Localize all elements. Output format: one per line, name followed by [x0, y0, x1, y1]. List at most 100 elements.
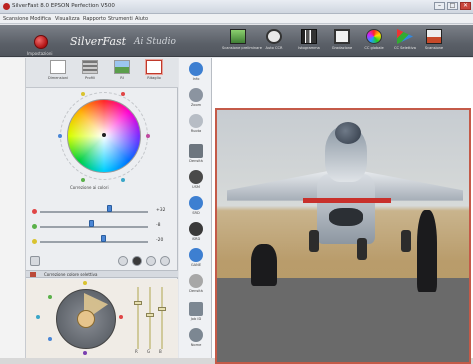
help-icon[interactable]: [160, 256, 170, 266]
vslider-blue[interactable]: B: [158, 287, 166, 354]
title-bar: SilverFast 8.0 EPSON Perfection V500 – □…: [0, 0, 473, 14]
vslider-green[interactable]: G: [146, 287, 154, 354]
minimize-button[interactable]: –: [434, 2, 445, 10]
wheel-actions-row: [26, 254, 178, 268]
vslider-thumb[interactable]: [146, 313, 154, 317]
jet-intake: [329, 208, 363, 226]
brand-edition: Ai Studio: [134, 37, 176, 47]
menu-bar: Scansione Modifica Visualizza Rapporto S…: [0, 14, 473, 24]
slider-thumb[interactable]: [101, 235, 106, 242]
jobid-tool[interactable]: Job ID: [184, 302, 208, 324]
prescan-label: Scansione preliminare: [222, 46, 262, 50]
name-tool[interactable]: Nome: [184, 328, 208, 350]
densitometer-icon: [189, 144, 203, 158]
srd-tool[interactable]: SRD: [184, 196, 208, 218]
slider-track: [40, 211, 148, 213]
wheel-center-handle[interactable]: [102, 133, 106, 137]
isrd-tool[interactable]: iSRD: [184, 222, 208, 244]
settings-panel: Dimensioni Profili RI Ritaglio Correzion…: [26, 58, 178, 358]
red-marker-icon: [32, 209, 37, 214]
window-title: SilverFast 8.0 EPSON Perfection V500: [12, 3, 115, 9]
wheel-green-marker[interactable]: [81, 178, 85, 182]
jet-stripe: [303, 198, 391, 203]
tab-label: RI: [120, 76, 124, 80]
exposure-icon: [189, 274, 203, 288]
wheel-cyan-marker[interactable]: [121, 178, 125, 182]
rotate-tool[interactable]: Ruota: [184, 114, 208, 136]
preview-image[interactable]: [215, 108, 471, 364]
green-marker-icon: [32, 224, 37, 229]
options-icon[interactable]: [146, 256, 156, 266]
wheel-yellow-marker[interactable]: [81, 92, 85, 96]
scan-button[interactable]: Scansione: [418, 29, 450, 55]
wheel-magenta-marker[interactable]: [146, 134, 150, 138]
menu-scansione[interactable]: Scansione: [3, 16, 28, 22]
dial-blue-marker[interactable]: [48, 337, 52, 341]
tool-label: Densità: [189, 289, 203, 293]
dial-yellow-marker[interactable]: [83, 281, 87, 285]
menu-rapporto[interactable]: Rapporto: [83, 16, 106, 22]
slider-thumb[interactable]: [89, 220, 94, 227]
zoom-tool[interactable]: Zoom: [184, 88, 208, 110]
dial-magenta-marker[interactable]: [83, 351, 87, 355]
dial-red-marker[interactable]: [119, 315, 123, 319]
gradation-icon: [334, 29, 350, 44]
save-icon[interactable]: [118, 256, 128, 266]
menu-modifica[interactable]: Modifica: [30, 16, 51, 22]
wheel-blue-marker[interactable]: [58, 134, 62, 138]
auto-label: Auto CCR: [265, 46, 283, 50]
histogram-icon: [301, 29, 317, 44]
collapse-icon[interactable]: [30, 272, 36, 277]
slider-thumb[interactable]: [107, 205, 112, 212]
info-tool[interactable]: Info: [184, 62, 208, 84]
noise-icon: [189, 196, 203, 210]
app-window: SilverFast 8.0 EPSON Perfection V500 – □…: [0, 0, 473, 364]
tool-label: Ruota: [190, 129, 202, 133]
tab-profili[interactable]: Profili: [76, 60, 104, 87]
tab-dimensioni[interactable]: Dimensioni: [44, 60, 72, 87]
brand-caption: Impostazioni: [27, 51, 53, 56]
usm-tool[interactable]: USM: [184, 170, 208, 192]
menu-strumenti[interactable]: Strumenti: [108, 16, 133, 22]
eye-icon[interactable]: [132, 256, 142, 266]
color-dial[interactable]: [56, 289, 116, 349]
histogram-button[interactable]: Istogramma: [293, 29, 325, 55]
wheel-red-marker[interactable]: [121, 92, 125, 96]
preview-area[interactable]: [212, 58, 473, 364]
tab-ri[interactable]: RI: [108, 60, 136, 87]
vslider-red[interactable]: R: [134, 287, 142, 354]
vslider-thumb[interactable]: [158, 307, 166, 311]
slider-value: -8: [156, 223, 161, 228]
dial-cyan-marker[interactable]: [36, 315, 40, 319]
menu-aiuto[interactable]: Aiuto: [135, 16, 148, 22]
exposure-tool[interactable]: Densità: [184, 274, 208, 296]
gradation-button[interactable]: Gradazione: [326, 29, 358, 55]
tool-label: iSRD: [191, 237, 201, 241]
dust-icon: [189, 222, 203, 236]
brand-name: SilverFast: [70, 35, 127, 48]
selective-icon: [397, 29, 413, 44]
doc-icon: [50, 60, 66, 74]
slider-yellow[interactable]: -20: [32, 235, 172, 246]
prescan-button[interactable]: Scansione preliminare: [222, 29, 262, 55]
section-header[interactable]: Correzione colore selettiva: [26, 270, 178, 278]
dial-green-marker[interactable]: [48, 295, 52, 299]
close-button[interactable]: ✕: [460, 2, 471, 10]
reset-icon[interactable]: [30, 256, 40, 266]
rotate-icon: [189, 114, 203, 128]
maximize-button[interactable]: □: [447, 2, 458, 10]
vslider-track: [161, 287, 163, 349]
dial-center: [77, 310, 95, 328]
auto-button[interactable]: Auto CCR: [258, 29, 290, 55]
global-color-button[interactable]: CC globale: [358, 29, 390, 55]
menu-visualizza[interactable]: Visualizza: [55, 16, 80, 22]
vslider-thumb[interactable]: [134, 301, 142, 305]
slider-green[interactable]: -8: [32, 220, 172, 231]
densitometer-tool[interactable]: Densità: [184, 144, 208, 166]
info-icon: [189, 62, 203, 76]
slider-red[interactable]: +32: [32, 205, 172, 216]
scan-icon: [426, 29, 442, 44]
tab-ritaglio[interactable]: Ritaglio: [140, 60, 168, 87]
gane-tool[interactable]: GANE: [184, 248, 208, 270]
selective-color-button[interactable]: CC Selettiva: [389, 29, 421, 55]
